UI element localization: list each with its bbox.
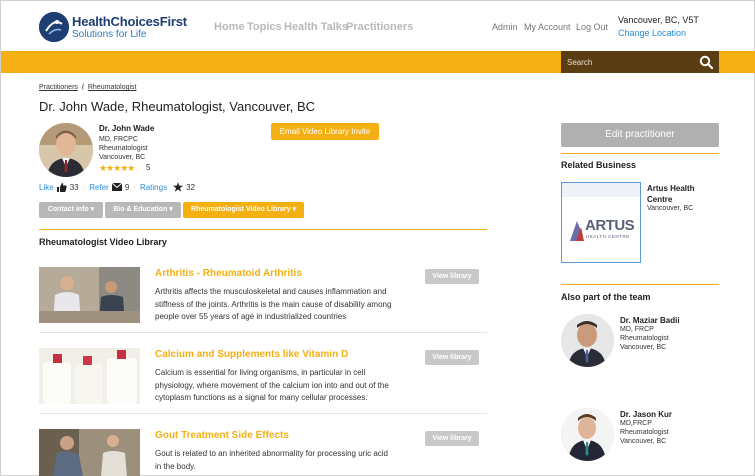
edit-practitioner-button[interactable]: Edit practitioner	[561, 123, 719, 147]
caret-down-icon: ▾	[169, 206, 173, 213]
engagement-stats: Like 33 · Refer 9 · Ratings 32	[39, 182, 195, 192]
like-count: 33	[69, 182, 79, 192]
doctor-city: Vancouver, BC	[99, 154, 146, 161]
location-text: Vancouver, BC, V5T	[618, 15, 699, 25]
like-link[interactable]: Like	[39, 183, 54, 192]
avatar	[39, 123, 93, 177]
star-rating[interactable]: ★★★★★	[99, 163, 135, 174]
video-title[interactable]: Gout Treatment Side Effects	[155, 430, 289, 441]
caret-down-icon: ▾	[90, 206, 95, 213]
rating-count: 5	[146, 163, 151, 172]
caret-down-icon: ▾	[292, 206, 296, 213]
video-thumbnail[interactable]	[39, 267, 140, 323]
thumbs-up-icon	[56, 182, 67, 192]
related-business-heading: Related Business	[561, 160, 637, 170]
view-library-button[interactable]: View library	[425, 350, 479, 365]
doctor-specialty: Rheumatologist	[99, 145, 148, 152]
search-icon[interactable]	[699, 55, 714, 70]
search-box	[561, 51, 719, 73]
divider	[39, 332, 487, 333]
nav-health-talks[interactable]: Health Talks	[284, 21, 348, 33]
team-member-credentials: MD, FRCP	[620, 326, 654, 333]
team-member-city: Vancouver, BC	[620, 438, 667, 445]
nav-practitioners[interactable]: Practitioners	[346, 21, 413, 33]
breadcrumb-rheumatologist[interactable]: Rheumatologist	[88, 84, 137, 91]
divider	[561, 284, 719, 285]
avatar[interactable]	[561, 408, 614, 461]
video-description: Gout is related to an inherited abnormal…	[155, 449, 389, 471]
video-title[interactable]: Calcium and Supplements like Vitamin D	[155, 349, 348, 360]
logo-tagline: Solutions for Life	[72, 29, 147, 40]
team-member-city: Vancouver, BC	[620, 344, 667, 351]
business-logo-text: ARTUS	[585, 217, 635, 234]
search-input[interactable]	[561, 51, 691, 73]
tab-bio-education[interactable]: Bio & Education ▾	[105, 202, 181, 218]
star-icon	[173, 182, 184, 192]
logo-title[interactable]: HealthChoicesFirst	[72, 14, 187, 29]
video-thumbnail[interactable]	[39, 348, 140, 404]
ratings-count: 32	[186, 182, 195, 192]
breadcrumb: Practitioners / Rheumatologist	[39, 84, 137, 91]
refer-count: 9	[124, 182, 130, 192]
team-member-specialty: Rheumatologist	[620, 335, 669, 342]
logout-link[interactable]: Log Out	[576, 22, 608, 32]
doctor-name: Dr. John Wade	[99, 124, 155, 133]
business-city: Vancouver, BC	[647, 205, 694, 212]
tab-video-library[interactable]: Rheumatologist Video Library ▾	[183, 202, 304, 218]
page-title: Dr. John Wade, Rheumatologist, Vancouver…	[39, 99, 316, 114]
team-member-credentials: MD,FRCP	[620, 420, 652, 427]
doctor-credentials: MD, FRCPC	[99, 136, 138, 143]
business-name[interactable]: Artus Health Centre	[647, 184, 717, 205]
business-logo-subtext: HEALTH CENTRE	[586, 234, 630, 239]
view-library-button[interactable]: View library	[425, 269, 479, 284]
tab-contact-info[interactable]: Contact info ▾	[39, 202, 103, 218]
refer-link[interactable]: Refer	[89, 183, 109, 192]
divider	[561, 153, 719, 154]
team-member-specialty: Rheumatologist	[620, 429, 669, 436]
video-description: Arthritis affects the musculoskeletal an…	[155, 287, 392, 321]
library-heading: Rheumatologist Video Library	[39, 237, 167, 247]
video-description: Calcium is essential for living organism…	[155, 368, 389, 402]
my-account-link[interactable]: My Account	[524, 22, 571, 32]
video-thumbnail[interactable]	[39, 429, 140, 476]
avatar[interactable]	[561, 314, 614, 367]
team-member-name[interactable]: Dr. Jason Kur	[620, 410, 672, 419]
envelope-icon	[111, 183, 122, 191]
ratings-link[interactable]: Ratings	[140, 183, 167, 192]
divider	[39, 413, 487, 414]
video-title[interactable]: Arthritis - Rheumatoid Arthritis	[155, 268, 302, 279]
nav-home[interactable]: Home	[214, 21, 245, 33]
change-location-link[interactable]: Change Location	[618, 28, 686, 38]
team-heading: Also part of the team	[561, 292, 651, 302]
business-logo[interactable]: ARTUS HEALTH CENTRE	[561, 182, 641, 263]
nav-topics[interactable]: Topics	[247, 21, 282, 33]
admin-link[interactable]: Admin	[492, 22, 518, 32]
breadcrumb-practitioners[interactable]: Practitioners	[39, 84, 78, 91]
view-library-button[interactable]: View library	[425, 431, 479, 446]
email-invite-button[interactable]: Email Video Library Invite	[271, 123, 379, 140]
logo-mark[interactable]	[39, 12, 69, 42]
divider	[39, 229, 487, 230]
team-member-name[interactable]: Dr. Maziar Badii	[620, 316, 680, 325]
